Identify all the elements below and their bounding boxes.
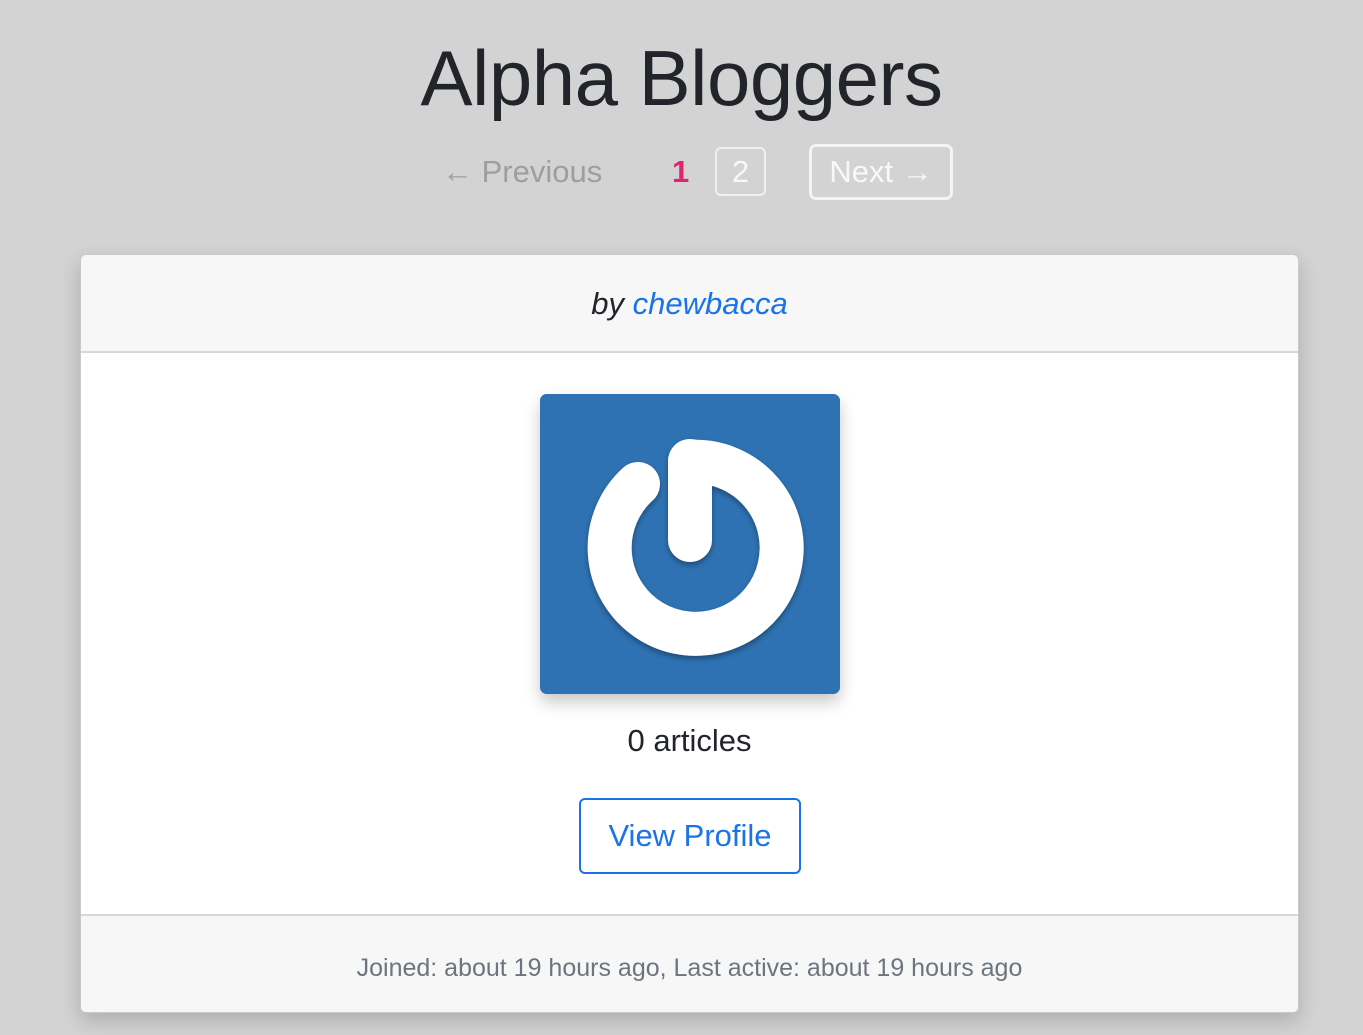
page-2-link[interactable]: 2 — [715, 147, 766, 196]
avatar — [540, 394, 840, 694]
gravatar-default-icon — [540, 394, 840, 694]
by-prefix: by — [591, 286, 625, 321]
previous-page-link[interactable]: ← Previous — [442, 144, 602, 200]
page-title: Alpha Bloggers — [420, 34, 943, 122]
card-footer: Joined: about 19 hours ago, Last active:… — [81, 914, 1298, 1012]
article-count: 0 articles — [627, 723, 752, 758]
pagination: ← Previous 1 2 Next → — [0, 144, 1363, 200]
current-page-indicator: 1 — [672, 154, 690, 189]
card-header: by chewbacca — [81, 255, 1298, 353]
view-profile-button[interactable]: View Profile — [579, 798, 801, 874]
blogger-card: by chewbacca 0 articles View Profile Joi… — [80, 254, 1299, 1013]
author-username-link[interactable]: chewbacca — [633, 286, 788, 321]
next-page-button[interactable]: Next → — [809, 144, 953, 200]
